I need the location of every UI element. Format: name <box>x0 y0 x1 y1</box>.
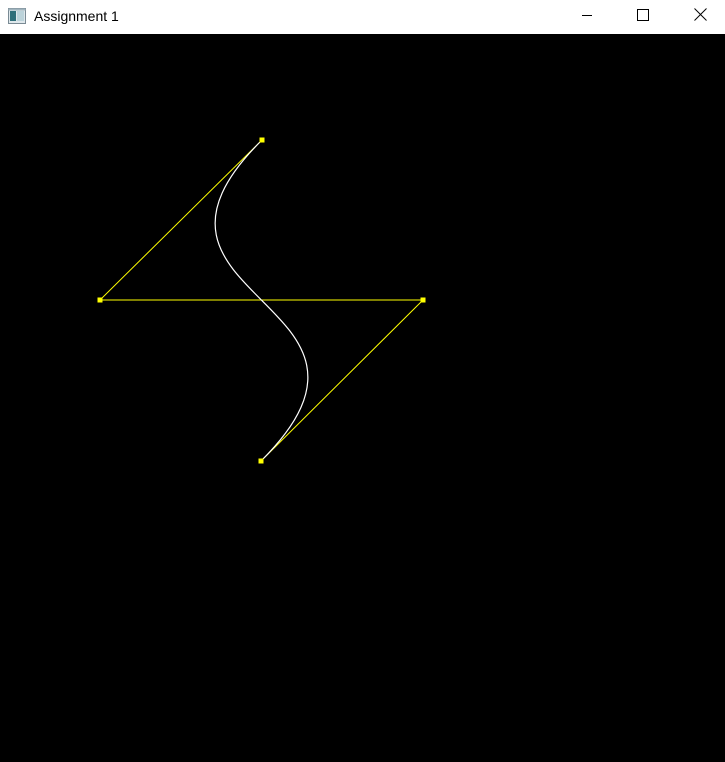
maximize-button[interactable] <box>620 0 666 34</box>
control-polygon-segment <box>260 299 424 462</box>
control-polygon-segment <box>99 139 263 301</box>
control-point[interactable] <box>258 458 264 464</box>
close-icon <box>694 8 707 26</box>
drawing-canvas[interactable] <box>0 34 725 762</box>
window-title: Assignment 1 <box>34 8 119 24</box>
canvas-svg <box>97 137 426 464</box>
window-app-icon <box>8 8 26 24</box>
control-point[interactable] <box>259 137 265 143</box>
close-button[interactable] <box>676 0 725 34</box>
title-bar[interactable]: Assignment 1 <box>0 0 725 34</box>
maximize-icon <box>637 8 649 26</box>
control-point[interactable] <box>97 297 103 303</box>
app-window: Assignment 1 <box>0 0 725 762</box>
control-point[interactable] <box>420 297 426 303</box>
minimize-icon <box>581 8 593 26</box>
minimize-button[interactable] <box>564 0 610 34</box>
